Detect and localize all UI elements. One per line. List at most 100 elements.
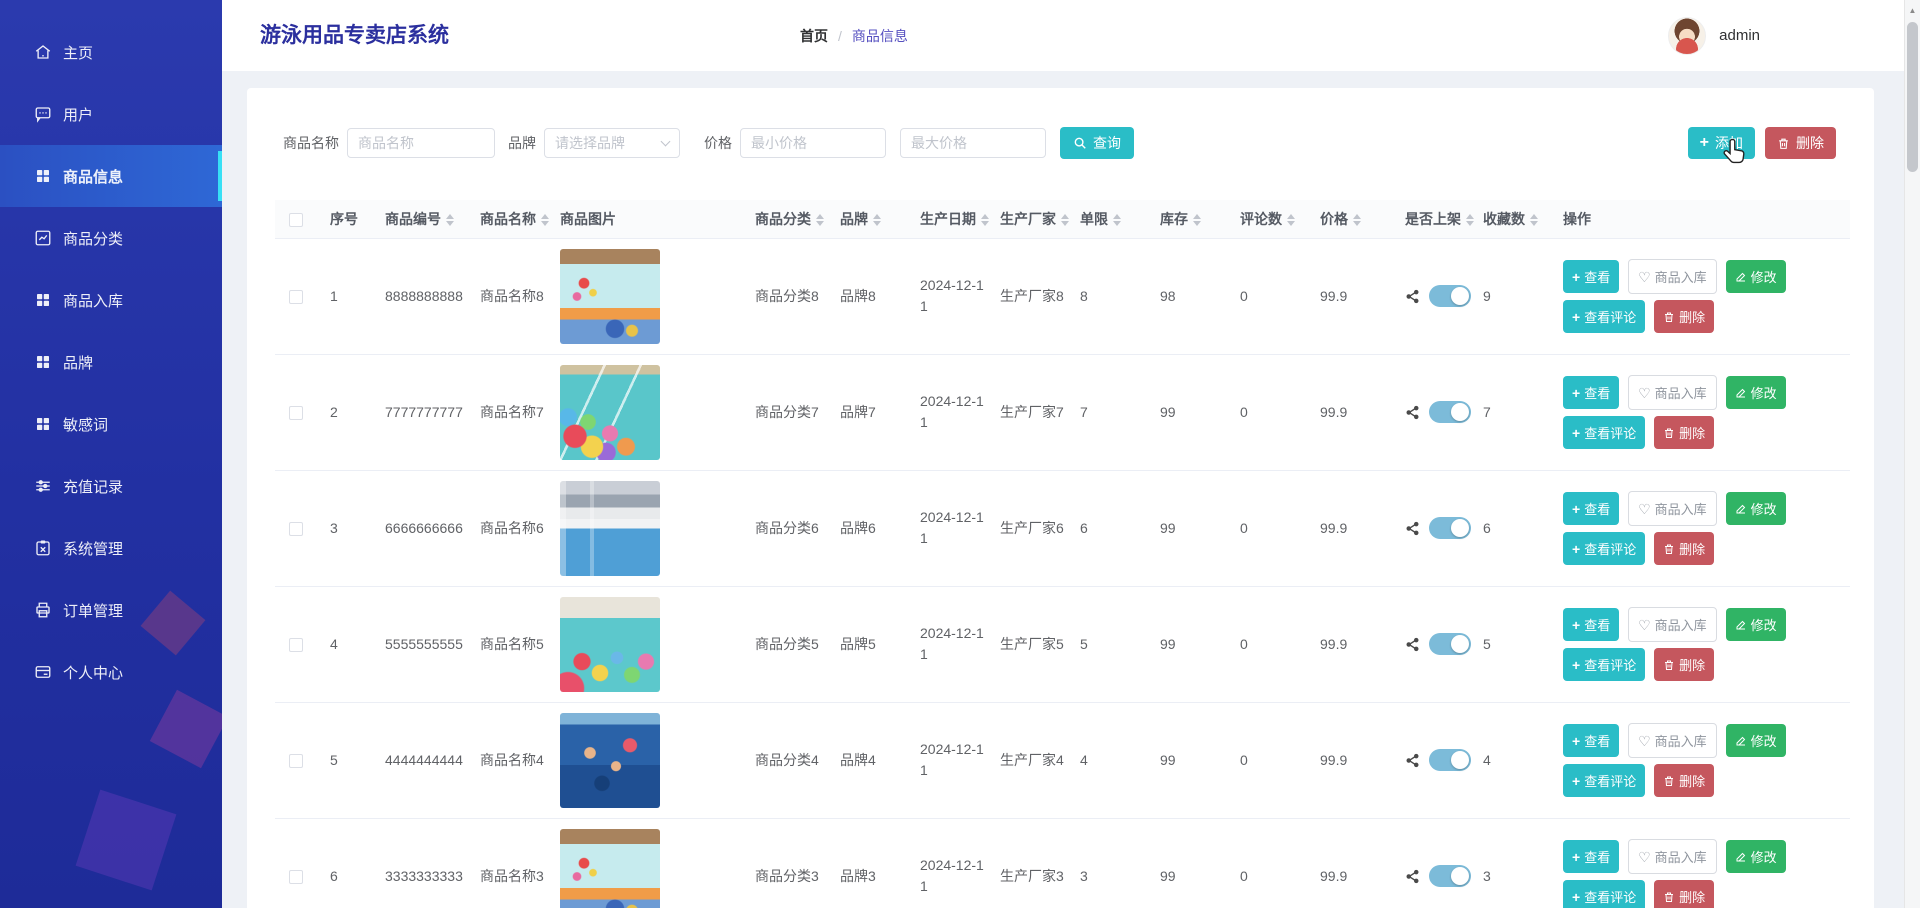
cell-index: 6 [320, 818, 375, 908]
stock-in-button[interactable]: ♡商品入库 [1628, 839, 1717, 874]
col-category: 商品分类 [745, 200, 830, 238]
edit-button[interactable]: 修改 [1726, 260, 1786, 293]
search-button[interactable]: 查询 [1060, 127, 1134, 159]
sidebar-item-label: 商品信息 [63, 166, 123, 187]
col-comments: 评论数 [1230, 200, 1310, 238]
row-checkbox[interactable] [289, 406, 303, 420]
on-shelf-toggle[interactable] [1429, 633, 1471, 655]
view-comments-button[interactable]: +查看评论 [1563, 764, 1645, 797]
sliders-icon [34, 477, 52, 495]
cell-category: 商品分类7 [745, 354, 830, 470]
share-icon[interactable] [1405, 869, 1420, 884]
view-button[interactable]: +查看 [1563, 724, 1619, 757]
view-button[interactable]: +查看 [1563, 840, 1619, 873]
add-button[interactable]: + 添加 [1688, 127, 1755, 159]
view-comments-button[interactable]: +查看评论 [1563, 880, 1645, 908]
stock-in-button[interactable]: ♡商品入库 [1628, 491, 1717, 526]
name-filter-input[interactable] [347, 128, 495, 158]
sort-icon[interactable] [981, 214, 989, 226]
table-row: 4 5555555555 商品名称5 商品分类5 品牌5 2024-12-11 … [275, 586, 1850, 702]
cell-price: 99.9 [1310, 238, 1395, 354]
view-button[interactable]: +查看 [1563, 260, 1619, 293]
sidebar-item-users[interactable]: 用户 [0, 83, 222, 145]
delete-row-button[interactable]: 删除 [1654, 300, 1714, 333]
stock-in-button[interactable]: ♡商品入库 [1628, 607, 1717, 642]
batch-delete-button[interactable]: 删除 [1765, 127, 1836, 159]
delete-row-button[interactable]: 删除 [1654, 532, 1714, 565]
share-icon[interactable] [1405, 289, 1420, 304]
sort-icon[interactable] [1193, 214, 1201, 226]
sidebar-item-order-management[interactable]: 订单管理 [0, 579, 222, 641]
cell-comments: 0 [1230, 238, 1310, 354]
view-button[interactable]: +查看 [1563, 608, 1619, 641]
sidebar-item-personal-center[interactable]: 个人中心 [0, 641, 222, 703]
delete-row-button[interactable]: 删除 [1654, 880, 1714, 908]
sidebar-item-system-management[interactable]: 系统管理 [0, 517, 222, 579]
sort-icon[interactable] [1466, 214, 1474, 226]
cell-on-shelf [1405, 865, 1473, 887]
row-checkbox[interactable] [289, 754, 303, 768]
sidebar-item-home[interactable]: 主页 [0, 21, 222, 83]
sort-icon[interactable] [1530, 214, 1538, 226]
sidebar-item-sensitive-words[interactable]: 敏感词 [0, 393, 222, 455]
share-icon[interactable] [1405, 521, 1420, 536]
edit-button[interactable]: 修改 [1726, 376, 1786, 409]
delete-row-button[interactable]: 删除 [1654, 416, 1714, 449]
page-title: 游泳用品专卖店系统 [260, 0, 449, 71]
view-comments-button[interactable]: +查看评论 [1563, 300, 1645, 333]
sort-icon[interactable] [446, 214, 454, 226]
share-icon[interactable] [1405, 753, 1420, 768]
share-icon[interactable] [1405, 637, 1420, 652]
cell-code: 7777777777 [375, 354, 470, 470]
sidebar-item-product-info[interactable]: 商品信息 [0, 145, 222, 207]
sort-icon[interactable] [541, 214, 549, 226]
brand-select[interactable]: 请选择品牌 [544, 128, 680, 158]
page-scrollbar[interactable]: ▲ [1904, 0, 1920, 908]
row-checkbox[interactable] [289, 870, 303, 884]
sidebar-item-brand[interactable]: 品牌 [0, 331, 222, 393]
delete-row-button[interactable]: 删除 [1654, 648, 1714, 681]
edit-button[interactable]: 修改 [1726, 840, 1786, 873]
edit-button[interactable]: 修改 [1726, 724, 1786, 757]
stock-in-button[interactable]: ♡商品入库 [1628, 723, 1717, 758]
on-shelf-toggle[interactable] [1429, 865, 1471, 887]
view-button[interactable]: +查看 [1563, 492, 1619, 525]
sort-icon[interactable] [873, 214, 881, 226]
row-checkbox[interactable] [289, 290, 303, 304]
row-checkbox[interactable] [289, 638, 303, 652]
sort-icon[interactable] [1061, 214, 1069, 226]
on-shelf-toggle[interactable] [1429, 749, 1471, 771]
stock-in-button[interactable]: ♡商品入库 [1628, 259, 1717, 294]
breadcrumb-home-link[interactable]: 首页 [800, 26, 828, 46]
sidebar-item-recharge-records[interactable]: 充值记录 [0, 455, 222, 517]
cell-index: 5 [320, 702, 375, 818]
cell-category: 商品分类6 [745, 470, 830, 586]
view-button[interactable]: +查看 [1563, 376, 1619, 409]
edit-button[interactable]: 修改 [1726, 492, 1786, 525]
max-price-input[interactable] [900, 128, 1046, 158]
sort-icon[interactable] [1113, 214, 1121, 226]
view-comments-button[interactable]: +查看评论 [1563, 648, 1645, 681]
on-shelf-toggle[interactable] [1429, 285, 1471, 307]
delete-row-button[interactable]: 删除 [1654, 764, 1714, 797]
scroll-up-icon[interactable]: ▲ [1905, 0, 1920, 15]
stock-in-button[interactable]: ♡商品入库 [1628, 375, 1717, 410]
row-checkbox[interactable] [289, 522, 303, 536]
on-shelf-toggle[interactable] [1429, 517, 1471, 539]
sidebar-item-product-category[interactable]: 商品分类 [0, 207, 222, 269]
view-comments-button[interactable]: +查看评论 [1563, 532, 1645, 565]
avatar[interactable] [1668, 17, 1706, 55]
sidebar-item-product-stock-in[interactable]: 商品入库 [0, 269, 222, 331]
select-all-checkbox[interactable] [289, 213, 303, 227]
on-shelf-toggle[interactable] [1429, 401, 1471, 423]
cell-category: 商品分类8 [745, 238, 830, 354]
sort-icon[interactable] [1287, 214, 1295, 226]
share-icon[interactable] [1405, 405, 1420, 420]
scrollbar-thumb[interactable] [1907, 22, 1918, 172]
sort-icon[interactable] [816, 214, 824, 226]
view-comments-button[interactable]: +查看评论 [1563, 416, 1645, 449]
sort-icon[interactable] [1353, 214, 1361, 226]
brand-filter-label: 品牌 [508, 133, 536, 153]
min-price-input[interactable] [740, 128, 886, 158]
edit-button[interactable]: 修改 [1726, 608, 1786, 641]
